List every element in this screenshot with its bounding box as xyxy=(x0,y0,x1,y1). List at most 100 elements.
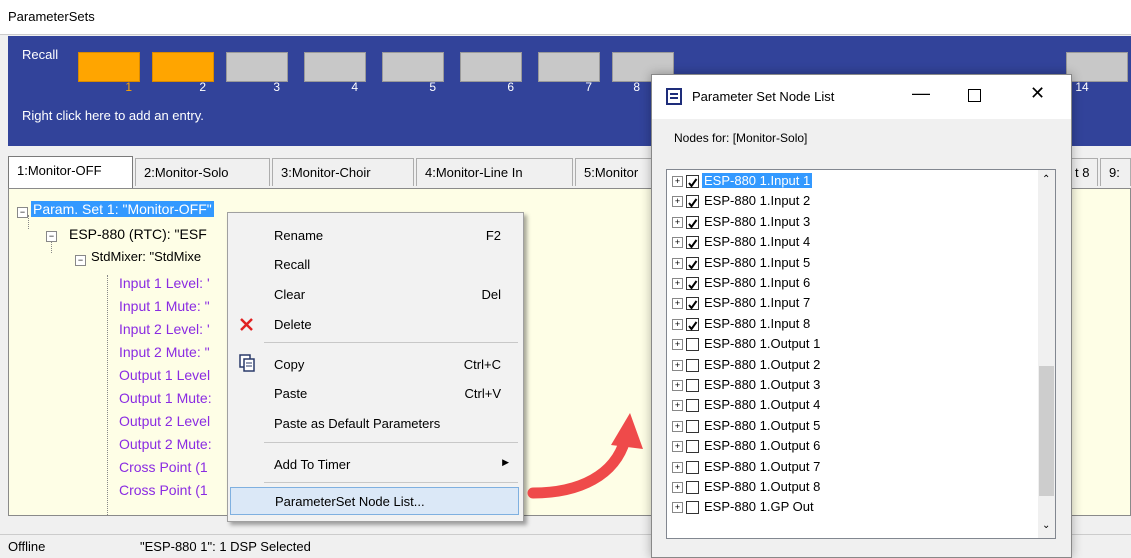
menu-item-delete[interactable]: Delete xyxy=(230,310,519,338)
list-item[interactable]: + ESP-880 1.GP Out xyxy=(667,498,1037,517)
list-item[interactable]: + ESP-880 1.Input 7 xyxy=(667,294,1037,313)
menu-item-add-to-timer[interactable]: Add To Timer ▶ xyxy=(230,450,519,478)
node-checkbox[interactable] xyxy=(686,501,699,515)
expand-icon[interactable]: + xyxy=(672,216,683,228)
expand-icon[interactable]: + xyxy=(672,237,683,249)
node-checkbox[interactable] xyxy=(686,481,699,494)
tree-param[interactable]: Input 2 Level: ' xyxy=(119,321,210,337)
tree-root[interactable]: Param. Set 1: "Monitor-OFF" xyxy=(31,201,214,217)
tree-param[interactable]: Output 2 Level xyxy=(119,413,210,429)
tab-monitor-line-in[interactable]: 4:Monitor-Line In xyxy=(416,158,573,186)
node-checkbox[interactable] xyxy=(686,358,699,372)
expand-icon[interactable]: + xyxy=(672,441,683,453)
tab-monitor-choir[interactable]: 3:Monitor-Choir xyxy=(272,158,414,186)
expand-icon[interactable]: + xyxy=(672,298,683,310)
recall-slot-2[interactable] xyxy=(152,52,214,82)
minimize-icon[interactable]: — xyxy=(912,83,930,104)
node-list[interactable]: ⌃ ⌄ + ESP-880 1.Input 1 + ESP-880 1.Input 2… xyxy=(666,169,1056,539)
list-item[interactable]: + ESP-880 1.Output 6 xyxy=(667,437,1037,456)
node-checkbox[interactable] xyxy=(686,215,699,229)
collapse-icon[interactable]: − xyxy=(46,231,57,242)
node-checkbox[interactable] xyxy=(686,317,699,331)
node-checkbox[interactable] xyxy=(686,256,699,270)
expand-icon[interactable]: + xyxy=(672,257,683,269)
list-item[interactable]: + ESP-880 1.Input 8 xyxy=(667,315,1037,334)
node-checkbox[interactable] xyxy=(686,277,699,290)
tab-monitor-solo[interactable]: 2:Monitor-Solo xyxy=(135,158,270,186)
dialog-titlebar[interactable]: Parameter Set Node List — ✕ xyxy=(652,75,1071,119)
tree-param[interactable]: Cross Point (1 xyxy=(119,482,208,498)
tree-param[interactable]: Output 1 Level xyxy=(119,367,210,383)
recall-slot-1[interactable] xyxy=(78,52,140,82)
expand-icon[interactable]: + xyxy=(672,339,683,351)
node-checkbox[interactable] xyxy=(686,297,699,311)
menu-item-node-list[interactable]: ParameterSet Node List... xyxy=(230,487,519,515)
tree-param[interactable]: Input 1 Level: ' xyxy=(119,275,210,291)
expand-icon[interactable]: + xyxy=(672,461,683,473)
node-checkbox[interactable] xyxy=(686,195,699,209)
tree-param[interactable]: Cross Point (1 xyxy=(119,459,208,475)
recall-slot-6[interactable] xyxy=(460,52,522,82)
list-item[interactable]: + ESP-880 1.Input 4 xyxy=(667,233,1037,252)
expand-icon[interactable]: + xyxy=(672,176,683,187)
maximize-icon[interactable] xyxy=(968,89,981,102)
node-checkbox[interactable] xyxy=(686,236,699,250)
collapse-icon[interactable]: − xyxy=(75,255,86,266)
list-item[interactable]: + ESP-880 1.Input 5 xyxy=(667,254,1037,273)
close-icon[interactable]: ✕ xyxy=(1030,83,1045,104)
expand-icon[interactable]: + xyxy=(672,196,683,208)
recall-slot-14[interactable] xyxy=(1066,52,1128,82)
node-checkbox[interactable] xyxy=(686,379,699,392)
tree-param[interactable]: Output 1 Mute: xyxy=(119,390,212,406)
list-item[interactable]: + ESP-880 1.Output 5 xyxy=(667,417,1037,436)
tree-device[interactable]: ESP-880 (RTC): "ESF xyxy=(69,226,207,242)
list-item[interactable]: + ESP-880 1.Output 2 xyxy=(667,356,1037,375)
expand-icon[interactable]: + xyxy=(672,420,683,432)
recall-slot-4[interactable] xyxy=(304,52,366,82)
scroll-down-icon[interactable]: ⌄ xyxy=(1042,520,1050,531)
tree-param[interactable]: Input 1 Mute: " xyxy=(119,298,210,314)
node-checkbox[interactable] xyxy=(686,399,699,413)
expand-icon[interactable]: + xyxy=(672,278,683,289)
list-item[interactable]: + ESP-880 1.Input 1 xyxy=(667,172,1037,191)
scroll-up-icon[interactable]: ⌃ xyxy=(1042,174,1050,185)
recall-slot-3[interactable] xyxy=(226,52,288,82)
list-item[interactable]: + ESP-880 1.Input 2 xyxy=(667,192,1037,211)
tree-param[interactable]: Output 2 Mute: xyxy=(119,436,212,452)
expand-icon[interactable]: + xyxy=(672,359,683,371)
menu-item-rename[interactable]: Rename F2 xyxy=(230,221,519,249)
node-checkbox[interactable] xyxy=(686,175,699,188)
list-item[interactable]: + ESP-880 1.Output 8 xyxy=(667,478,1037,497)
collapse-icon[interactable]: − xyxy=(17,207,28,218)
nodes-for-label: Nodes for: [Monitor-Solo] xyxy=(674,131,808,145)
node-checkbox[interactable] xyxy=(686,440,699,454)
menu-item-paste-default[interactable]: Paste as Default Parameters xyxy=(230,409,519,437)
recall-slot-5[interactable] xyxy=(382,52,444,82)
menu-item-clear[interactable]: Clear Del xyxy=(230,280,519,308)
list-item[interactable]: + ESP-880 1.Output 4 xyxy=(667,396,1037,415)
tree-mixer[interactable]: StdMixer: "StdMixe xyxy=(91,249,201,264)
node-checkbox[interactable] xyxy=(686,419,699,433)
tab-9[interactable]: 9: xyxy=(1100,158,1131,186)
list-item[interactable]: + ESP-880 1.Output 1 xyxy=(667,335,1037,354)
menu-item-paste[interactable]: Paste Ctrl+V xyxy=(230,379,519,407)
menu-item-recall[interactable]: Recall xyxy=(230,250,519,278)
list-item[interactable]: + ESP-880 1.Output 3 xyxy=(667,376,1037,395)
recall-slot-7[interactable] xyxy=(538,52,600,82)
expand-icon[interactable]: + xyxy=(672,400,683,412)
list-item[interactable]: + ESP-880 1.Output 7 xyxy=(667,458,1037,477)
expand-icon[interactable]: + xyxy=(672,380,683,391)
list-item[interactable]: + ESP-880 1.Input 6 xyxy=(667,274,1037,293)
scrollbar[interactable]: ⌃ ⌄ xyxy=(1038,170,1055,538)
tab-monitor-5[interactable]: 5:Monitor xyxy=(575,158,655,186)
list-item[interactable]: + ESP-880 1.Input 3 xyxy=(667,213,1037,232)
expand-icon[interactable]: + xyxy=(672,482,683,493)
scrollbar-thumb[interactable] xyxy=(1039,366,1054,496)
node-checkbox[interactable] xyxy=(686,338,699,352)
tab-monitor-off[interactable]: 1:Monitor-OFF xyxy=(8,156,133,188)
expand-icon[interactable]: + xyxy=(672,502,683,514)
tree-param[interactable]: Input 2 Mute: " xyxy=(119,344,210,360)
expand-icon[interactable]: + xyxy=(672,318,683,330)
node-checkbox[interactable] xyxy=(686,460,699,474)
menu-item-copy[interactable]: Copy Ctrl+C xyxy=(230,350,519,378)
